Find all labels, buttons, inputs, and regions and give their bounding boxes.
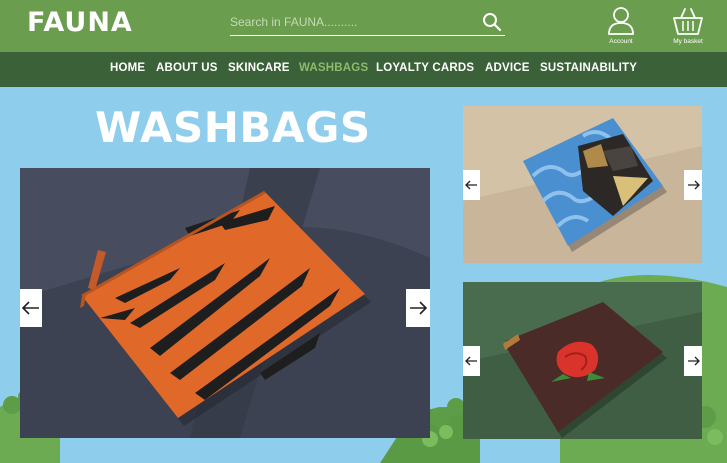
basket-icon: [673, 8, 703, 35]
search-input[interactable]: [230, 12, 470, 32]
arrow-right-icon: [410, 301, 427, 315]
slider-prev-button[interactable]: [20, 289, 42, 327]
monkey-washbag-slider: [463, 106, 702, 263]
nav-item-about-us[interactable]: ABOUT US: [156, 62, 218, 74]
arrow-left-icon: [465, 180, 477, 190]
nav-item-sustainability[interactable]: SUSTAINABILITY: [540, 62, 637, 74]
main-nav: HOME ABOUT US SKINCARE WASHBAGS LOYALTY …: [0, 52, 727, 87]
arrow-right-icon: [687, 356, 700, 366]
nav-item-advice[interactable]: ADVICE: [485, 62, 530, 74]
nav-item-washbags[interactable]: WASHBAGS: [299, 62, 368, 74]
header-bar: FAUNA Account My basket: [0, 0, 727, 52]
search-icon[interactable]: [481, 11, 503, 33]
rose-slider-next-button[interactable]: [684, 346, 702, 376]
page-title: WASHBAGS: [95, 103, 371, 152]
nav-item-skincare[interactable]: SKINCARE: [228, 62, 290, 74]
nav-item-loyalty-cards[interactable]: LOYALTY CARDS: [376, 62, 474, 74]
arrow-left-icon: [22, 301, 39, 315]
rose-washbag-image[interactable]: [463, 282, 702, 439]
monkey-slider-next-button[interactable]: [684, 170, 702, 200]
rose-slider-prev-button[interactable]: [463, 346, 480, 376]
arrow-left-icon: [465, 356, 477, 366]
account-icon: [608, 7, 634, 35]
arrow-right-icon: [687, 180, 700, 190]
account-button[interactable]: Account: [600, 4, 642, 48]
nav-item-home[interactable]: HOME: [110, 62, 145, 74]
basket-label: My basket: [673, 38, 703, 45]
account-label: Account: [609, 38, 633, 45]
basket-button[interactable]: My basket: [665, 4, 711, 48]
monkey-slider-prev-button[interactable]: [463, 170, 480, 200]
monkey-washbag-image[interactable]: [463, 106, 702, 263]
rose-washbag-slider: [463, 282, 702, 439]
main-product-slider: [20, 168, 430, 438]
tiger-washbag-image[interactable]: [20, 168, 430, 438]
search-bar: [230, 10, 505, 36]
fauna-logo[interactable]: FAUNA: [27, 7, 133, 38]
slider-next-button[interactable]: [406, 289, 430, 327]
